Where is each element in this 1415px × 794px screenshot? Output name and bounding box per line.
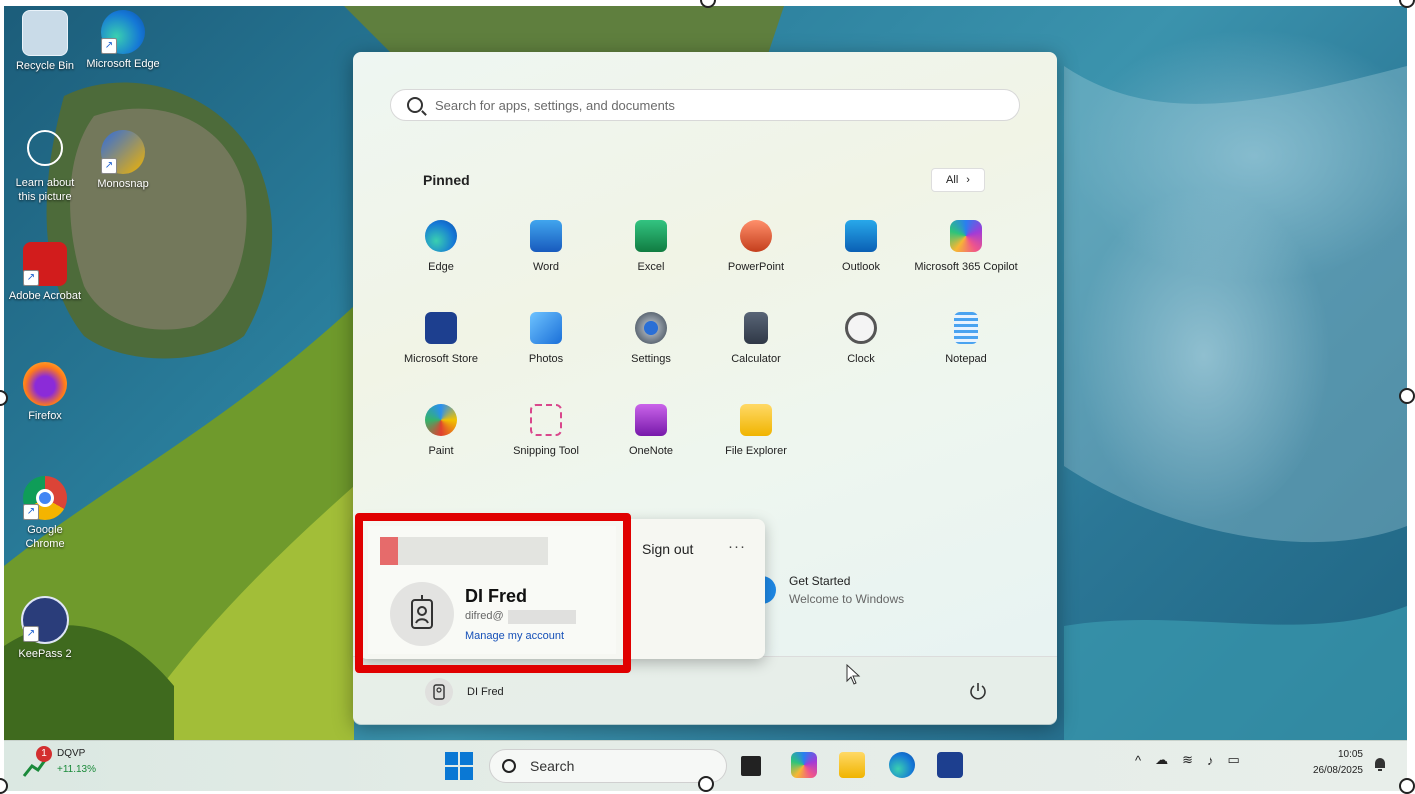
onenote-icon	[635, 404, 667, 436]
pinned-app-m365-copilot[interactable]: Microsoft 365 Copilot	[914, 220, 1018, 275]
pinned-app-file-explorer[interactable]: File Explorer	[704, 404, 808, 459]
pinned-app-powerpoint[interactable]: PowerPoint	[704, 220, 808, 275]
system-tray: ^ ☁ ≋ ♪ ▭	[1135, 752, 1240, 768]
pinned-app-calculator[interactable]: Calculator	[704, 312, 808, 367]
photos-icon	[530, 312, 562, 344]
outlook-icon	[845, 220, 877, 252]
edge-icon	[425, 220, 457, 252]
sign-out-button[interactable]: Sign out	[642, 541, 693, 557]
pinned-app-photos[interactable]: Photos	[494, 312, 598, 367]
pinned-app-clock[interactable]: Clock	[809, 312, 913, 367]
recycle-bin-icon	[22, 10, 68, 56]
notepad-icon	[954, 312, 978, 344]
all-apps-button[interactable]: All ›	[931, 168, 985, 192]
more-options-button[interactable]: ···	[728, 538, 746, 555]
clock-icon	[845, 312, 877, 344]
store-taskbar-icon[interactable]	[937, 752, 963, 778]
file-explorer-icon	[740, 404, 772, 436]
start-button[interactable]	[445, 752, 473, 780]
search-icon	[407, 97, 423, 113]
acrobat-icon: ↗	[23, 242, 67, 286]
file-explorer-taskbar-icon[interactable]	[839, 752, 865, 778]
desktop-icon-keepass[interactable]: ↗ KeePass 2	[8, 596, 82, 661]
chevron-up-icon[interactable]: ^	[1135, 753, 1141, 768]
pinned-app-word[interactable]: Word	[494, 220, 598, 275]
settings-icon	[635, 312, 667, 344]
copilot-icon	[950, 220, 982, 252]
firefox-icon	[23, 362, 67, 406]
snipping-tool-icon	[530, 404, 562, 436]
wifi-icon[interactable]: ≋	[1182, 752, 1193, 768]
taskbar-search-box[interactable]: Search	[489, 749, 727, 783]
monosnap-icon: ↗	[101, 130, 145, 174]
battery-icon[interactable]: ▭	[1228, 752, 1240, 768]
start-search-input[interactable]: Search for apps, settings, and documents	[390, 89, 1020, 121]
pinned-app-paint[interactable]: Paint	[389, 404, 493, 459]
chevron-right-icon: ›	[966, 174, 970, 186]
clock-time[interactable]: 10:05	[1327, 749, 1363, 760]
volume-icon[interactable]: ♪	[1207, 753, 1214, 768]
edge-taskbar-icon[interactable]	[889, 752, 915, 778]
edge-icon: ↗	[101, 10, 145, 54]
pinned-app-snipping-tool[interactable]: Snipping Tool	[494, 404, 598, 459]
excel-icon	[635, 220, 667, 252]
pinned-app-notepad[interactable]: Notepad	[914, 312, 1018, 367]
pinned-app-excel[interactable]: Excel	[599, 220, 703, 275]
pinned-app-settings[interactable]: Settings	[599, 312, 703, 367]
notification-bell-icon[interactable]	[1373, 756, 1387, 772]
chrome-icon: ↗	[23, 476, 67, 520]
pinned-heading: Pinned	[423, 172, 470, 188]
search-icon	[502, 759, 516, 773]
power-icon[interactable]	[967, 680, 989, 702]
resize-handle	[1399, 388, 1415, 404]
desktop-icon-monosnap[interactable]: ↗ Monosnap	[86, 130, 160, 191]
pinned-app-store[interactable]: Microsoft Store	[389, 312, 493, 367]
highlight-box	[355, 513, 631, 673]
clock-date[interactable]: 26/08/2025	[1290, 765, 1363, 776]
notification-badge: 1	[36, 746, 52, 762]
desktop-icon-recycle-bin[interactable]: Recycle Bin	[8, 10, 82, 73]
pinned-app-outlook[interactable]: Outlook	[809, 220, 913, 275]
calculator-icon	[744, 312, 768, 344]
paint-icon	[425, 404, 457, 436]
resize-handle	[698, 776, 714, 792]
pinned-app-onenote[interactable]: OneNote	[599, 404, 703, 459]
keepass-icon: ↗	[21, 596, 69, 644]
pinned-app-edge[interactable]: Edge	[389, 220, 493, 275]
desktop-icon-acrobat[interactable]: ↗ Adobe Acrobat	[8, 242, 82, 303]
desktop-icon-chrome[interactable]: ↗ Google Chrome	[8, 476, 82, 551]
powerpoint-icon	[740, 220, 772, 252]
desktop-icon-learn-picture[interactable]: Learn about this picture	[8, 130, 82, 204]
windows-logo-icon	[445, 752, 458, 765]
user-avatar-icon	[425, 678, 453, 706]
camera-icon	[27, 130, 63, 166]
desktop-icon-firefox[interactable]: Firefox	[8, 362, 82, 423]
stock-widget[interactable]: 1 DQVP +11.13%	[22, 746, 112, 782]
store-icon	[425, 312, 457, 344]
desktop-icon-edge[interactable]: ↗ Microsoft Edge	[86, 10, 160, 71]
word-icon	[530, 220, 562, 252]
mouse-cursor-icon	[846, 663, 862, 691]
footer-user-button[interactable]: DI Fred	[425, 678, 504, 706]
onedrive-icon[interactable]: ☁	[1155, 752, 1168, 768]
copilot-taskbar-icon[interactable]	[791, 752, 817, 778]
task-view-icon[interactable]	[741, 756, 761, 776]
